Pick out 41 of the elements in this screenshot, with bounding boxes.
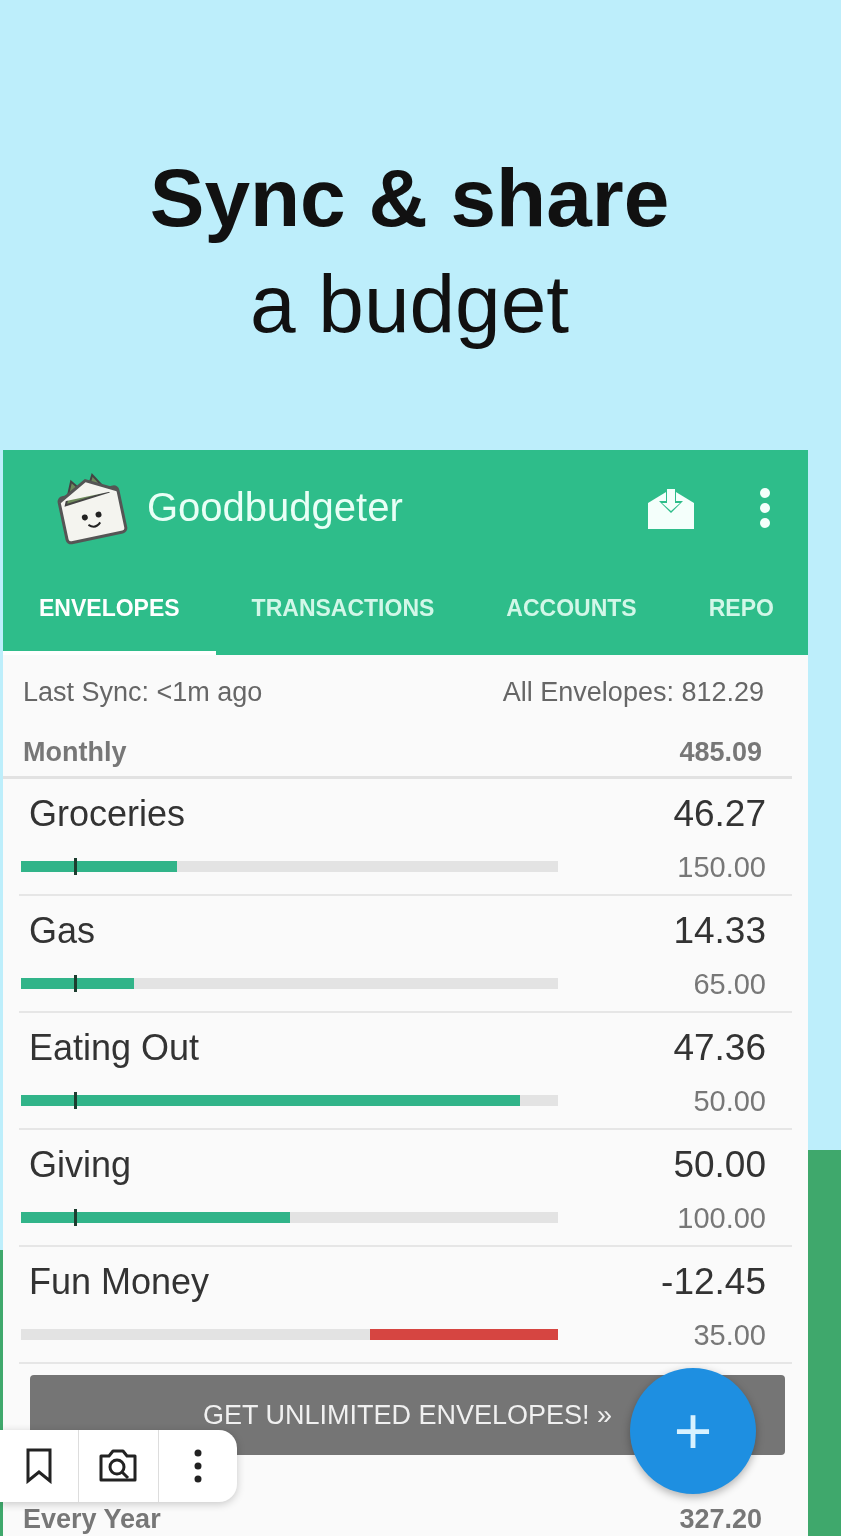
date-marker <box>74 1092 77 1109</box>
envelope-balance: -12.45 <box>661 1261 766 1303</box>
last-sync-text: Last Sync: <1m ago <box>23 677 263 709</box>
date-marker <box>74 975 77 992</box>
tab[interactable]: REPO <box>672 565 808 655</box>
envelope-budget: 100.00 <box>677 1202 766 1235</box>
envelope-row[interactable]: Giving 50.00 100.00 <box>19 1130 792 1247</box>
tab[interactable]: ACCOUNTS <box>470 565 673 655</box>
envelope-balance: 47.36 <box>673 1027 766 1069</box>
group-total: 485.09 <box>679 737 762 768</box>
tab[interactable]: TRANSACTIONS <box>215 565 471 655</box>
headline: Sync & share <box>149 151 670 245</box>
envelope-name: Eating Out <box>29 1027 201 1069</box>
envelope-budget: 150.00 <box>677 851 766 884</box>
envelope-name: Fun Money <box>29 1261 211 1303</box>
date-marker <box>74 1209 77 1226</box>
envelope-balance: 50.00 <box>673 1144 766 1186</box>
envelope-row[interactable]: Fun Money -12.45 35.00 <box>19 1247 792 1364</box>
more-icon[interactable] <box>192 1448 203 1484</box>
bookmark-icon[interactable] <box>25 1448 54 1484</box>
envelope-balance: 14.33 <box>673 910 766 952</box>
envelope-budget: 65.00 <box>693 968 766 1001</box>
envelope-row[interactable]: Gas 14.33 65.00 <box>19 896 792 1013</box>
camera-search-icon[interactable] <box>97 1448 140 1484</box>
group-name: Monthly <box>23 737 127 768</box>
envelope-row[interactable]: Eating Out 47.36 50.00 <box>19 1013 792 1130</box>
envelope-name: Gas <box>29 910 97 952</box>
envelope-budget: 35.00 <box>693 1319 766 1352</box>
tab[interactable]: ENVELOPES <box>3 565 216 655</box>
app-title: Goodbudgeter <box>147 485 404 530</box>
headline: a budget <box>249 257 570 351</box>
group-name: Every Year <box>23 1504 161 1535</box>
date-marker <box>74 858 77 875</box>
envelope-row[interactable]: Groceries 46.27 150.00 <box>19 779 792 896</box>
envelope-name: Giving <box>29 1144 133 1186</box>
all-envelopes-total: All Envelopes: 812.29 <box>502 677 764 709</box>
envelope-name: Groceries <box>29 793 187 835</box>
envelope-balance: 46.27 <box>673 793 766 835</box>
add-button[interactable]: + <box>630 1368 756 1494</box>
group-total: 327.20 <box>679 1504 762 1535</box>
envelope-budget: 50.00 <box>693 1085 766 1118</box>
